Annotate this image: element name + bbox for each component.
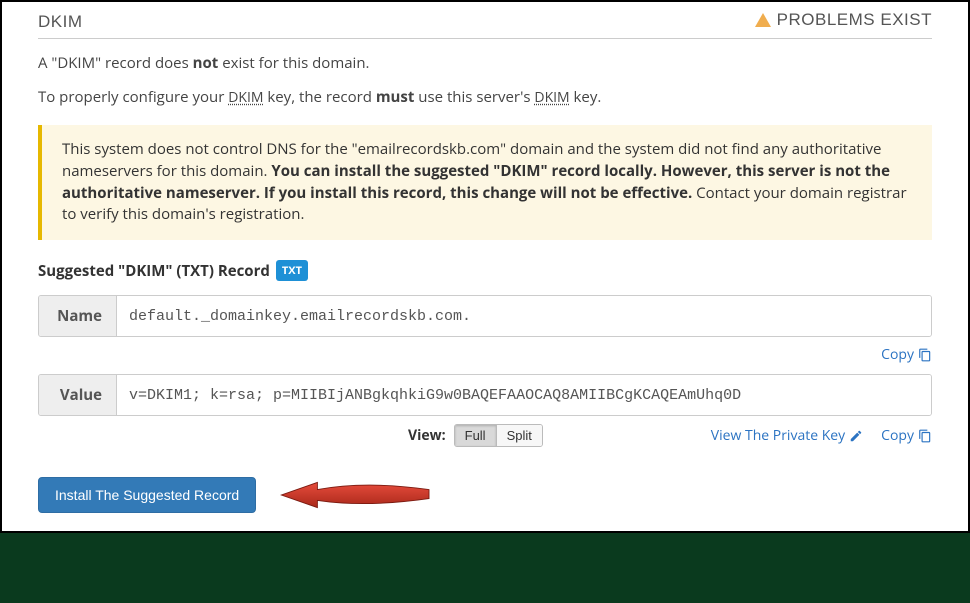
name-field-row: Name [38,295,932,337]
info-line-2: To properly configure your DKIM key, the… [38,87,932,107]
name-field-label: Name [39,296,117,336]
warning-icon [755,13,771,27]
view-split-button[interactable]: Split [496,425,542,446]
copy-icon [918,348,932,362]
pencil-icon [849,429,863,443]
value-field-input[interactable] [117,375,931,415]
view-toggle: Full Split [454,424,543,447]
copy-icon [918,429,932,443]
txt-badge: TXT [276,260,308,281]
value-field-label: Value [39,375,117,415]
suggested-record-heading: Suggested "DKIM" (TXT) Record TXT [38,260,932,281]
view-label: View: [408,426,446,445]
annotation-arrow [276,477,438,513]
warning-callout: This system does not control DNS for the… [38,125,932,240]
view-full-button[interactable]: Full [455,425,496,446]
value-field-row: Value [38,374,932,416]
copy-name-link[interactable]: Copy [881,345,932,364]
name-field-input[interactable] [117,296,931,336]
status-text: PROBLEMS EXIST [777,10,932,30]
view-private-key-link[interactable]: View The Private Key [711,426,863,445]
copy-value-link[interactable]: Copy [881,426,932,445]
info-line-1: A "DKIM" record does not exist for this … [38,53,932,73]
section-title: DKIM [38,12,83,32]
status-badge: PROBLEMS EXIST [755,10,932,30]
install-suggested-record-button[interactable]: Install The Suggested Record [38,477,256,513]
